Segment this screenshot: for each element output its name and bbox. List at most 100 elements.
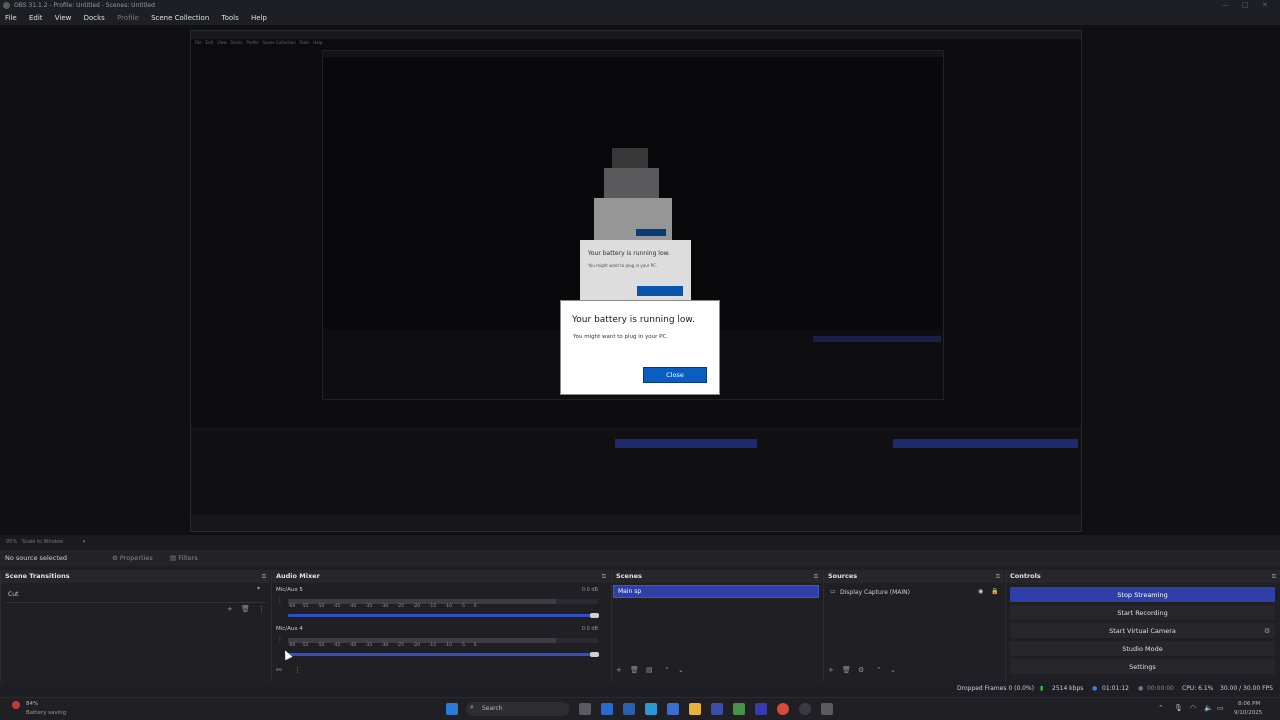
popout-icon[interactable]: ⧉ <box>996 570 1000 583</box>
add-icon[interactable]: + <box>616 666 622 674</box>
minimize-icon[interactable]: — <box>1222 0 1229 11</box>
clock-time[interactable]: 8:06 PM <box>1238 701 1260 707</box>
title-bar: OBS 31.1.2 - Profile: Untitled - Scenes:… <box>0 0 1280 11</box>
microphone-icon[interactable]: 🎙 <box>1174 704 1183 712</box>
sources-dock: Sources ⧉ ▭ Display Capture (MAIN) ◉ 🔒 + … <box>823 570 1004 682</box>
scene-item-main[interactable]: Main sp <box>613 585 819 598</box>
more-vertical-icon[interactable]: ⋮ <box>258 605 265 613</box>
dropped-frames: Dropped Frames 0 (0.0%) <box>957 685 1035 692</box>
menu-docks[interactable]: Docks <box>79 11 110 25</box>
channel-name: Mic/Aux 5 <box>276 587 303 593</box>
zoom-row: 95% Scale to Window ▾ <box>0 535 1280 550</box>
link-icon[interactable]: ⚯ <box>276 666 282 674</box>
dialog-title: Your battery is running low. <box>572 315 695 325</box>
ghost-dialog-4 <box>612 148 648 168</box>
app-icon[interactable] <box>821 703 833 715</box>
meter-ticks: -60 -55 -50 -45 -40 -35 -30 -25 -20 -15 … <box>288 643 477 648</box>
meter-ticks: -60 -55 -50 -45 -40 -35 -30 -25 -20 -15 … <box>288 604 477 609</box>
menu-tools[interactable]: Tools <box>217 11 244 25</box>
chevron-down-icon[interactable]: ⌄ <box>678 666 684 674</box>
settings-button[interactable]: Settings <box>1010 659 1275 674</box>
chevron-down-icon[interactable]: ▾ <box>83 539 86 545</box>
filters-button[interactable]: ▤ Filters <box>170 550 198 566</box>
status-bar: Dropped Frames 0 (0.0%) ▮ 2514 kbps ● 01… <box>0 682 1280 696</box>
gear-icon[interactable]: ⚙ <box>1264 627 1270 635</box>
source-name: Display Capture (MAIN) <box>840 589 911 596</box>
add-icon[interactable]: + <box>227 605 233 613</box>
wifi-icon[interactable]: ◠ <box>1190 704 1196 712</box>
add-icon[interactable]: + <box>828 666 834 674</box>
file-explorer-icon[interactable] <box>689 703 701 715</box>
chevron-up-icon[interactable]: ⌃ <box>876 666 882 674</box>
zoom-mode[interactable]: Scale to Window <box>22 539 63 545</box>
zoom-value[interactable]: 95% <box>6 539 17 545</box>
popout-icon[interactable]: ⧉ <box>602 570 606 583</box>
transition-select[interactable]: Cut <box>8 591 18 598</box>
bitrate: 2514 kbps <box>1052 685 1084 692</box>
start-recording-button[interactable]: Start Recording <box>1010 605 1275 620</box>
controls-title: Controls <box>1010 572 1041 580</box>
studio-mode-button[interactable]: Studio Mode <box>1010 641 1275 656</box>
chrome-icon[interactable] <box>777 703 789 715</box>
trash-icon[interactable]: 🗑 <box>241 605 250 613</box>
menu-edit[interactable]: Edit <box>24 11 48 25</box>
chevron-down-icon[interactable]: ⌄ <box>890 666 896 674</box>
app-icon[interactable] <box>711 703 723 715</box>
close-window-icon[interactable]: ✕ <box>1262 0 1268 11</box>
edge-icon[interactable] <box>645 703 657 715</box>
volume-slider-handle[interactable] <box>590 613 599 618</box>
popout-icon[interactable]: ⧉ <box>262 570 266 583</box>
fps: 30.00 / 30.00 FPS <box>1220 685 1273 692</box>
volume-slider[interactable] <box>288 614 598 617</box>
eye-icon[interactable]: ◉ <box>978 588 983 595</box>
menu-file[interactable]: File <box>0 11 22 25</box>
dialog-close-button[interactable]: Close <box>643 367 707 383</box>
stop-streaming-button[interactable]: Stop Streaming <box>1010 587 1275 602</box>
trash-icon[interactable]: 🗑 <box>842 666 851 674</box>
store-icon[interactable] <box>623 703 635 715</box>
app-icon[interactable] <box>755 703 767 715</box>
chevron-down-icon[interactable]: ▾ <box>257 585 260 592</box>
volume-slider-handle[interactable] <box>590 652 599 657</box>
menu-scene-collection[interactable]: Scene Collection <box>146 11 214 25</box>
start-virtual-camera-button[interactable]: Start Virtual Camera <box>1010 623 1275 638</box>
mail-icon[interactable] <box>667 703 679 715</box>
task-view-icon[interactable] <box>579 703 591 715</box>
chevron-up-icon[interactable]: ⌃ <box>664 666 670 674</box>
lock-icon[interactable]: 🔒 <box>991 588 998 595</box>
volume-slider[interactable] <box>288 653 598 656</box>
properties-button[interactable]: ⚙ Properties <box>112 550 153 566</box>
record-icon: ● <box>1138 685 1144 692</box>
taskbar-search[interactable]: ⌕ Search <box>466 702 570 716</box>
filter-icon[interactable]: ▤ <box>646 666 653 674</box>
dialog-message: You might want to plug in your PC. <box>573 334 669 340</box>
more-vertical-icon[interactable]: ⋮ <box>294 666 301 674</box>
source-toolbar: No source selected ⚙ Properties ▤ Filter… <box>0 550 1280 566</box>
obs-icon[interactable] <box>799 703 811 715</box>
start-button[interactable] <box>446 703 458 715</box>
clock-date[interactable]: 9/10/2025 <box>1234 710 1262 716</box>
search-label: Search <box>482 705 503 712</box>
more-vertical-icon[interactable]: ⋮ <box>277 597 283 604</box>
menu-help[interactable]: Help <box>246 11 272 25</box>
trash-icon[interactable]: 🗑 <box>630 666 639 674</box>
maximize-icon[interactable]: □ <box>1242 0 1249 11</box>
chevron-up-icon[interactable]: ⌃ <box>1158 704 1164 712</box>
stream-icon: ● <box>1092 685 1098 692</box>
filter-icon: ▤ <box>170 554 177 562</box>
popout-icon[interactable]: ⧉ <box>1272 570 1276 583</box>
more-vertical-icon[interactable]: ⋮ <box>277 636 283 643</box>
source-item[interactable]: ▭ Display Capture (MAIN) ◉ 🔒 <box>828 587 1001 599</box>
app-icon[interactable] <box>733 703 745 715</box>
menu-view[interactable]: View <box>50 11 77 25</box>
menu-bar: File Edit View Docks Profile Scene Colle… <box>0 11 1280 25</box>
battery-icon[interactable]: ▭ <box>1217 704 1224 712</box>
popout-icon[interactable]: ⧉ <box>814 570 818 583</box>
menu-profile[interactable]: Profile <box>112 11 144 25</box>
battery-low-dialog: Your battery is running low. You might w… <box>560 300 720 395</box>
copilot-icon[interactable] <box>601 703 613 715</box>
speaker-icon[interactable]: 🔈 <box>1204 704 1213 712</box>
monitor-icon: ▭ <box>830 588 836 595</box>
ghost-dialog-3 <box>604 168 659 198</box>
gear-icon[interactable]: ⚙ <box>858 666 864 674</box>
